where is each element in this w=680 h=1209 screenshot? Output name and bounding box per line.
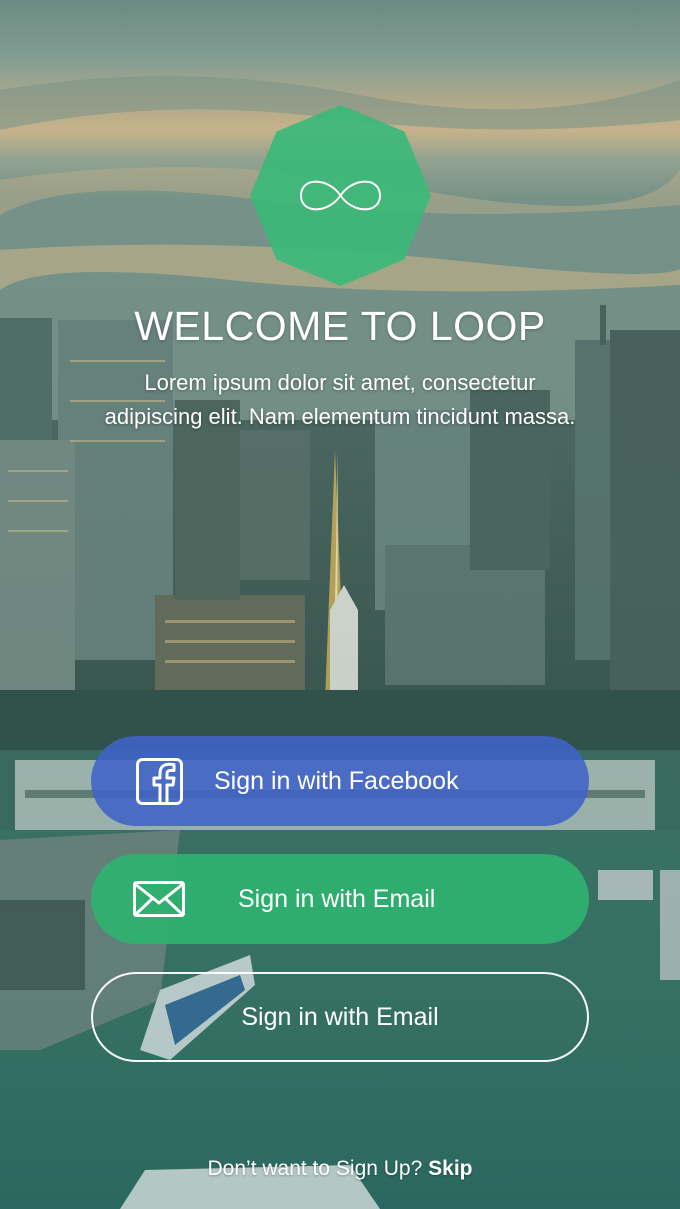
page-title: WELCOME TO LOOP	[134, 303, 546, 349]
email-signin-label: Sign in with Email	[238, 885, 436, 913]
mail-icon	[133, 881, 185, 917]
email-signin-outline-label: Sign in with Email	[241, 1003, 439, 1031]
skip-signup-row: Don’t want to Sign Up? Skip	[0, 1154, 680, 1184]
loop-logo	[250, 105, 431, 286]
skip-prompt: Don’t want to Sign Up?	[207, 1157, 423, 1180]
login-screen: WELCOME TO LOOP Lorem ipsum dolor sit am…	[0, 0, 680, 1209]
facebook-signin-label: Sign in with Facebook	[214, 767, 459, 795]
facebook-signin-button[interactable]: Sign in with Facebook	[91, 736, 589, 826]
email-signin-outline-button[interactable]: Sign in with Email	[91, 972, 589, 1062]
welcome-description: Lorem ipsum dolor sit amet, consectetur …	[104, 370, 576, 429]
email-signin-button[interactable]: Sign in with Email	[91, 854, 589, 944]
facebook-icon	[136, 758, 183, 805]
skip-link[interactable]: Skip	[428, 1157, 472, 1180]
